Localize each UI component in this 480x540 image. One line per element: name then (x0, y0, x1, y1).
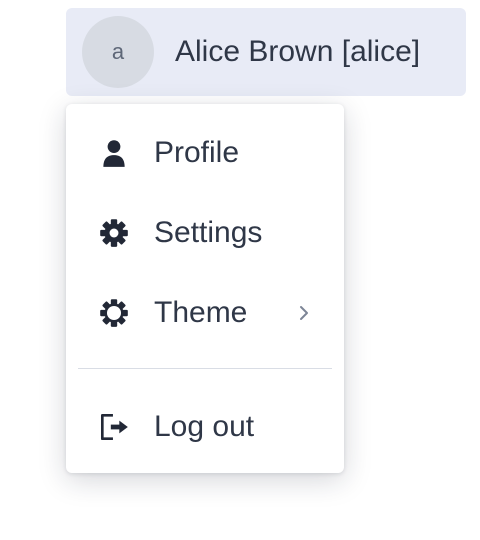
gear-icon (96, 215, 132, 251)
menu-item-label: Log out (154, 410, 255, 443)
sun-icon (96, 295, 132, 331)
menu-item-logout[interactable]: Log out (66, 387, 344, 467)
user-menu-trigger[interactable]: a Alice Brown [alice] (66, 8, 466, 96)
menu-item-settings[interactable]: Settings (66, 193, 344, 273)
chevron-right-icon (294, 303, 314, 323)
user-dropdown-menu: Profile Settings Theme Log out (66, 104, 344, 473)
user-icon (96, 135, 132, 171)
user-name: Alice Brown [alice] (175, 35, 421, 68)
logout-icon (96, 409, 132, 445)
menu-item-label: Settings (154, 216, 263, 249)
menu-item-profile[interactable]: Profile (66, 113, 344, 193)
menu-item-label: Theme (154, 296, 248, 329)
menu-item-label: Profile (154, 136, 240, 169)
avatar-letter: a (111, 39, 125, 64)
avatar: a (82, 16, 154, 88)
menu-divider (78, 368, 332, 369)
menu-item-theme[interactable]: Theme (66, 273, 344, 353)
